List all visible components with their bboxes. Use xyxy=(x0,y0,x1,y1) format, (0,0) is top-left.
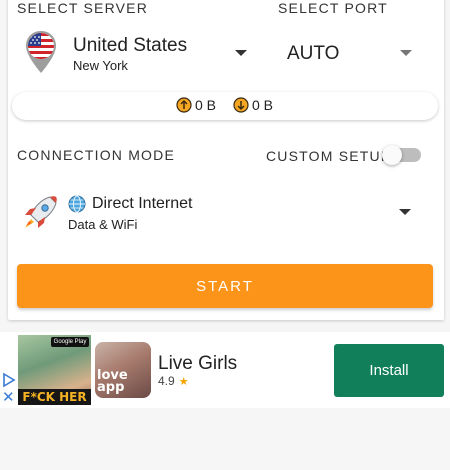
ad-image[interactable]: Google Play F*CK HER xyxy=(18,335,91,405)
ad-title[interactable]: Live Girls xyxy=(158,353,237,375)
rocket-icon xyxy=(25,196,57,228)
connection-mode-title: Direct Internet xyxy=(92,195,193,212)
install-button[interactable]: Install xyxy=(334,344,444,397)
server-dropdown-arrow-icon[interactable] xyxy=(235,50,247,56)
connection-mode-label: CONNECTION MODE xyxy=(17,147,175,163)
download-value: 0 B xyxy=(252,97,274,113)
upload-icon xyxy=(176,97,192,113)
server-city: New York xyxy=(73,58,128,73)
select-port-label: SELECT PORT xyxy=(278,0,388,16)
ad-rating: 4.9 ★ xyxy=(158,374,189,388)
connection-mode-subtitle: Data & WiFi xyxy=(68,217,138,232)
download-icon xyxy=(233,97,249,113)
select-server-label: SELECT SERVER xyxy=(17,0,149,16)
google-play-badge: Google Play xyxy=(51,337,89,347)
traffic-stats-bar: 0 B 0 B xyxy=(12,92,438,120)
ad-close-icon[interactable]: ✕ xyxy=(2,388,15,406)
upload-stat: 0 B xyxy=(176,97,216,113)
toggle-knob[interactable] xyxy=(382,145,402,165)
custom-setup-label: CUSTOM SETUP xyxy=(266,148,392,164)
mode-dropdown-arrow-icon[interactable] xyxy=(399,209,411,215)
port-value: AUTO xyxy=(287,43,340,64)
us-flag-pin-icon xyxy=(26,31,56,73)
ad-app-icon-text: love app xyxy=(97,368,128,395)
ad-image-caption: F*CK HER xyxy=(18,389,91,405)
ad-app-icon[interactable]: love app xyxy=(95,342,151,398)
port-dropdown-arrow-icon[interactable] xyxy=(400,50,412,56)
server-country: United States xyxy=(73,35,188,56)
globe-icon xyxy=(68,195,86,213)
ad-rating-value: 4.9 xyxy=(158,374,175,388)
star-icon: ★ xyxy=(178,375,189,388)
adchoices-icon[interactable] xyxy=(1,372,17,388)
download-stat: 0 B xyxy=(233,97,273,113)
start-button[interactable]: START xyxy=(17,264,433,308)
upload-value: 0 B xyxy=(195,97,217,113)
ad-banner[interactable]: ✕ Google Play F*CK HER love app Live Gir… xyxy=(0,332,450,408)
